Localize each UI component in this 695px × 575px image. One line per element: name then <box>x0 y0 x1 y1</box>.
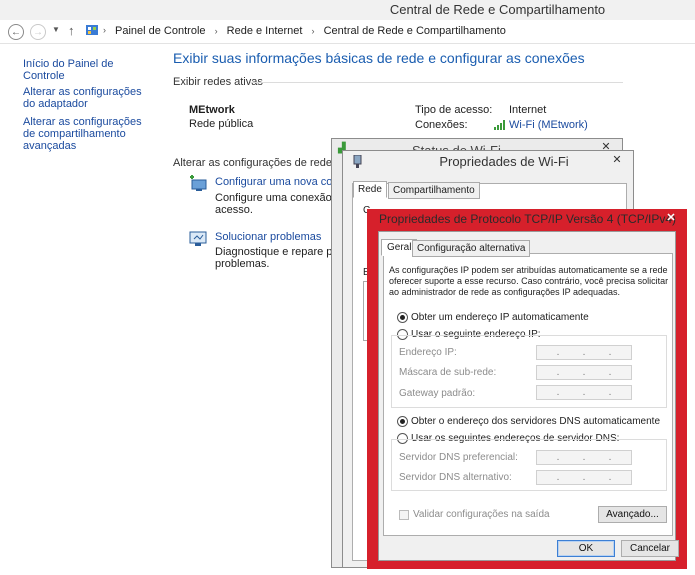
radio-dns-auto[interactable]: Obter o endereço dos servidores DNS auto… <box>397 416 660 427</box>
access-type-value: Internet <box>509 104 547 116</box>
sidebar-item-sharing[interactable]: Alterar as configurações de compartilham… <box>23 116 153 152</box>
wifi-properties-title: Propriedades de Wi-Fi <box>439 154 569 169</box>
tcpip-dialog-title: Propriedades de Protocolo TCP/IP Versão … <box>379 212 677 226</box>
advanced-button[interactable]: Avançado... <box>598 506 667 523</box>
recent-pages-chevron-icon[interactable]: ▼ <box>52 25 60 34</box>
validate-checkbox-label: Validar configurações na saída <box>413 509 550 520</box>
gateway-label: Gateway padrão: <box>399 388 476 399</box>
ip-address-label: Endereço IP: <box>399 347 457 358</box>
radio-dns-auto-indicator[interactable] <box>397 416 408 427</box>
gateway-input[interactable]: ... <box>536 385 632 400</box>
tab-rede[interactable]: Rede <box>353 181 387 198</box>
breadcrumb-separator-icon: › <box>103 25 106 35</box>
task-new-connection-desc: Configure uma conexão de <box>215 192 348 204</box>
task-new-connection-link[interactable]: Configurar uma nova conex <box>215 176 350 188</box>
network-name: MEtwork <box>189 104 235 116</box>
new-connection-icon <box>188 175 208 193</box>
connections-label: Conexões: <box>415 119 468 131</box>
change-settings-label: Alterar as configurações de rede <box>173 157 332 169</box>
validate-checkbox-box[interactable] <box>399 509 409 520</box>
subnet-mask-label: Máscara de sub-rede: <box>399 367 497 378</box>
radio-ip-auto-indicator[interactable] <box>397 312 408 323</box>
window-title: Central de Rede e Compartilhamento <box>389 2 606 17</box>
preferred-dns-input[interactable]: ... <box>536 450 632 465</box>
task-new-connection-desc2: acesso. <box>215 204 253 216</box>
address-bar-row: ← → ▼ ↑ › Painel de Controle › Rede e In… <box>0 20 695 44</box>
troubleshoot-icon <box>189 231 207 247</box>
radio-ip-auto[interactable]: Obter um endereço IP automaticamente <box>397 312 589 323</box>
page-title: Exibir suas informações básicas de rede … <box>173 50 585 66</box>
sidebar-item-adapter[interactable]: Alterar as configurações do adaptador <box>23 86 143 110</box>
close-icon[interactable]: ✕ <box>657 210 685 224</box>
wifi-signal-icon <box>494 119 506 130</box>
breadcrumb-painel[interactable]: Painel de Controle <box>115 25 206 37</box>
divider <box>250 82 623 83</box>
up-button[interactable]: ↑ <box>68 23 75 38</box>
breadcrumb-separator-icon: › <box>214 26 218 36</box>
ip-address-input[interactable]: ... <box>536 345 632 360</box>
ok-button[interactable]: OK <box>557 540 615 557</box>
tab-compartilhamento[interactable]: Compartilhamento <box>388 182 480 199</box>
preferred-dns-label: Servidor DNS preferencial: <box>399 452 518 463</box>
forward-button[interactable]: → <box>30 24 46 40</box>
sidebar-item-home[interactable]: Início do Painel de Controle <box>23 58 153 82</box>
cancel-button[interactable]: Cancelar <box>621 540 679 557</box>
radio-dns-auto-label: Obter o endereço dos servidores DNS auto… <box>411 416 661 427</box>
radio-ip-auto-label: Obter um endereço IP automaticamente <box>411 312 589 323</box>
tcpip-description: As configurações IP podem ser atribuídas… <box>389 265 669 297</box>
breadcrumb-separator-icon: › <box>311 26 315 36</box>
breadcrumb-rede-internet[interactable]: Rede e Internet <box>227 25 303 37</box>
alternate-dns-input[interactable]: ... <box>536 470 632 485</box>
task-troubleshoot-link[interactable]: Solucionar problemas <box>215 231 321 243</box>
connection-link[interactable]: Wi-Fi (MEtwork) <box>509 119 588 131</box>
task-troubleshoot-desc2: problemas. <box>215 258 270 270</box>
validate-checkbox[interactable]: Validar configurações na saída <box>399 509 550 520</box>
tab-configuracao-alternativa[interactable]: Configuração alternativa <box>412 240 531 257</box>
back-button[interactable]: ← <box>8 24 24 40</box>
close-icon[interactable]: ✕ <box>601 152 633 166</box>
control-panel-icon <box>85 23 99 37</box>
breadcrumb-central[interactable]: Central de Rede e Compartilhamento <box>324 25 506 37</box>
alternate-dns-label: Servidor DNS alternativo: <box>399 472 512 483</box>
network-type[interactable]: Rede pública <box>189 118 253 130</box>
subnet-mask-input[interactable]: ... <box>536 365 632 380</box>
breadcrumb: Painel de Controle › Rede e Internet › C… <box>115 25 506 37</box>
access-type-label: Tipo de acesso: <box>415 104 493 116</box>
